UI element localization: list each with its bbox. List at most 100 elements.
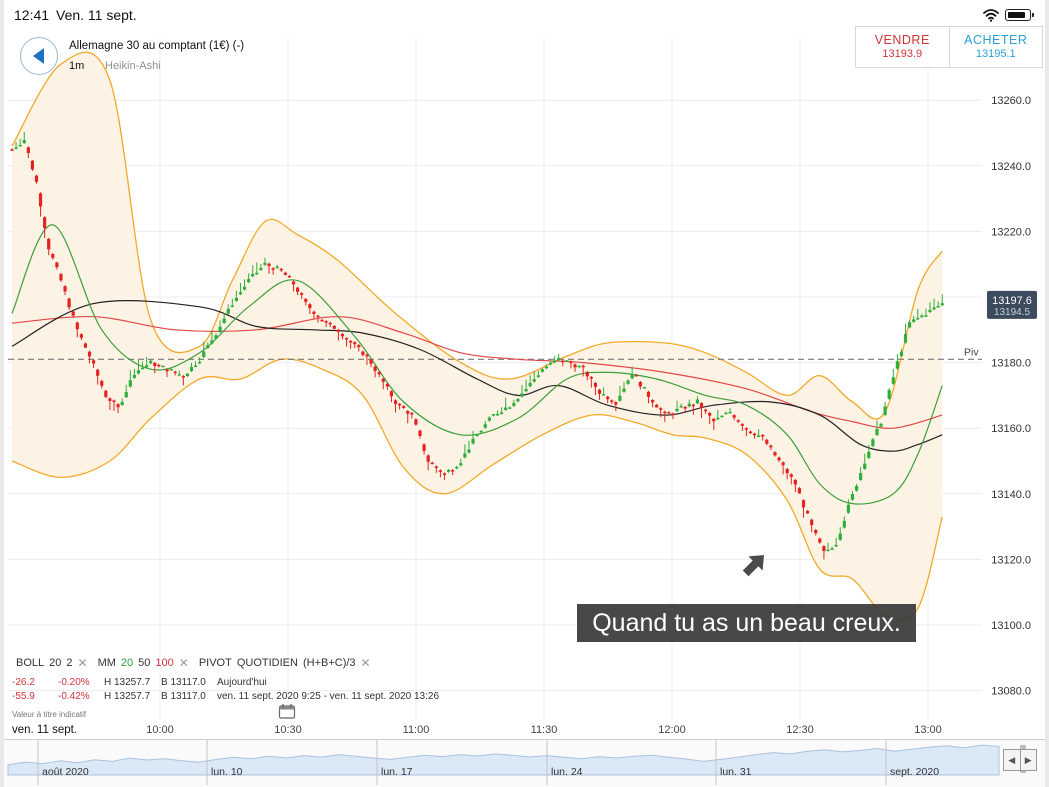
candle-body: [610, 400, 614, 402]
candle-body: [198, 361, 202, 364]
back-button[interactable]: [20, 37, 58, 75]
instrument-title[interactable]: Allemagne 30 au comptant (1€) (-): [69, 40, 244, 52]
candle-body: [463, 453, 467, 458]
navigator-label: sept. 2020: [890, 766, 940, 778]
candle-body: [536, 375, 540, 378]
candle-body: [520, 393, 524, 397]
candle-body: [26, 147, 30, 153]
buy-button[interactable]: ACHETER 13195.1: [948, 27, 1043, 67]
candle-body: [712, 418, 716, 422]
sell-button[interactable]: VENDRE 13193.9: [856, 27, 949, 67]
time-axis-label: 11:00: [402, 724, 430, 736]
calendar-icon[interactable]: [278, 703, 296, 719]
candle-body: [267, 263, 271, 267]
candle-body: [720, 415, 724, 418]
boll-legend-name[interactable]: BOLL: [16, 657, 44, 669]
candle-body: [165, 369, 169, 372]
y-axis-tick-label: 13260.0: [991, 95, 1031, 107]
ma-legend-p2: 50: [138, 657, 151, 669]
candle-body: [373, 366, 377, 371]
chart-type-selector[interactable]: Heikin-Ashi: [105, 60, 161, 72]
candle-body: [104, 390, 108, 397]
candle-body: [638, 381, 642, 387]
candle-body: [300, 293, 304, 295]
candle-body: [422, 444, 426, 451]
timeframe-selector[interactable]: 1m: [69, 60, 84, 72]
pivot-legend-name[interactable]: PIVOT: [199, 657, 232, 669]
navigator-strip[interactable]: [4, 739, 1045, 787]
time-axis-label: 13:00: [914, 724, 942, 736]
candle-body: [940, 303, 944, 306]
candle-body: [206, 345, 210, 349]
candle-body: [479, 430, 483, 433]
candle-body: [655, 404, 659, 408]
pointer-arrow-icon: [742, 555, 764, 577]
candle-body: [512, 403, 516, 406]
candle-body: [867, 451, 871, 458]
candle-body: [699, 403, 704, 408]
navigator-label: août 2020: [42, 766, 89, 778]
candle-body: [296, 287, 300, 292]
candle-body: [385, 383, 389, 387]
candle-body: [92, 360, 96, 364]
candle-body: [642, 387, 646, 389]
period-label: ven. 11 sept. 2020 9:25 - ven. 11 sept. …: [217, 691, 440, 702]
candle-body: [765, 439, 769, 444]
candle-body: [247, 279, 251, 283]
candle-body: [781, 462, 785, 466]
candle-body: [51, 254, 55, 258]
candle-body: [834, 544, 838, 547]
candle-body: [381, 378, 385, 382]
candle-body: [18, 145, 22, 147]
candle-body: [340, 333, 345, 337]
wifi-icon: [983, 9, 999, 22]
candle-body: [728, 411, 732, 414]
candle-body: [614, 402, 618, 405]
candle-body: [757, 435, 761, 438]
candle-body: [846, 504, 850, 513]
candle-body: [446, 469, 451, 472]
candle-body: [434, 466, 438, 468]
remove-ma-button[interactable]: ✕: [179, 656, 189, 670]
navigator-label: lun. 10: [211, 766, 243, 778]
last-price-label: 13197.6: [992, 295, 1032, 307]
candle-body: [251, 273, 255, 277]
candle-body: [683, 406, 687, 409]
candle-body: [687, 403, 691, 407]
candle-body: [646, 391, 651, 397]
candle-body: [344, 338, 349, 340]
candle-body: [842, 520, 846, 528]
candle-body: [418, 430, 422, 437]
candle-body: [120, 401, 124, 405]
candle-body: [732, 415, 736, 418]
candle-body: [438, 470, 442, 472]
info-row-range: -55.9 -0.42% H 13257.7 B 13117.0 ven. 11…: [12, 691, 439, 702]
candle-body: [222, 318, 226, 323]
candle-body: [426, 455, 430, 462]
candle-body: [414, 419, 418, 425]
candle-body: [663, 411, 667, 414]
meme-caption: Quand tu as un beau creux.: [577, 604, 916, 642]
candle-body: [328, 322, 332, 325]
buy-label: ACHETER: [964, 33, 1028, 47]
candle-body: [361, 351, 365, 355]
scroll-left-button[interactable]: ◀: [1004, 750, 1020, 770]
candle-body: [769, 445, 773, 448]
candle-body: [312, 311, 316, 314]
remove-pivot-button[interactable]: ✕: [361, 656, 371, 670]
ma-legend-name[interactable]: MM: [98, 657, 116, 669]
scroll-right-button[interactable]: ▶: [1019, 750, 1037, 770]
y-axis-tick-label: 13240.0: [991, 161, 1031, 173]
y-axis-tick-label: 13120.0: [991, 554, 1031, 566]
candle-body: [879, 423, 883, 427]
candle-body: [818, 538, 822, 543]
navigator-label: lun. 17: [381, 766, 413, 778]
candle-body: [336, 329, 340, 332]
remove-boll-button[interactable]: ✕: [78, 656, 88, 670]
candle-body: [928, 309, 932, 313]
candle-body: [744, 428, 748, 430]
candle-body: [830, 548, 834, 550]
candle-body: [87, 351, 92, 357]
candle-body: [548, 362, 553, 365]
navigator-label: lun. 31: [720, 766, 752, 778]
